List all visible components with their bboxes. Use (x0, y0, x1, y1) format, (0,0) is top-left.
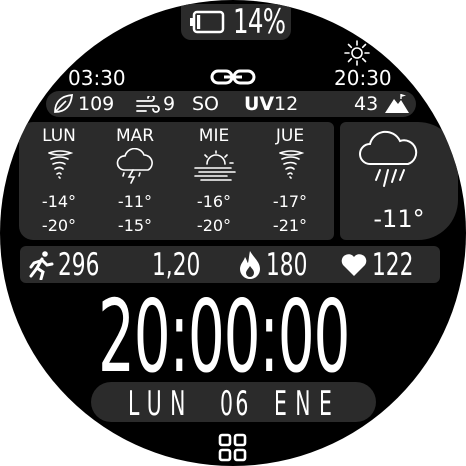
forecast-low: -21° (272, 216, 308, 235)
wind-icon (136, 96, 160, 114)
forecast-day-1: LUN -14° -20° (29, 124, 89, 238)
fog-sun-icon (191, 150, 239, 182)
uv-value: 12 (274, 93, 299, 115)
time-right: 20:30 (334, 66, 392, 90)
wind-value: 9 (163, 93, 176, 115)
forecast-day-label: LUN (42, 126, 76, 146)
forecast-high: -14° (41, 192, 77, 211)
link-icon[interactable] (210, 68, 256, 86)
forecast-low: -15° (117, 216, 153, 235)
uv-label: UV (244, 93, 275, 115)
time-left: 03:30 (68, 66, 126, 90)
forecast-high: -11° (117, 192, 153, 211)
forecast-high: -16° (196, 192, 232, 211)
forecast-day-4: JUE -17° -21° (260, 124, 320, 238)
heart-icon (340, 253, 368, 277)
date-day: 06 (220, 384, 251, 424)
watch-face: 14% 03:30 20:30 109 9 SO UV 12 43 LUN -1… (0, 0, 466, 466)
date-weekday: LUN (128, 384, 194, 424)
date-month: ENE (274, 384, 341, 424)
forecast-low: -20° (196, 216, 232, 235)
forecast-high: -17° (272, 192, 308, 211)
current-temp: -11° (373, 205, 425, 233)
wind-direction: SO (192, 93, 220, 115)
apps-grid-icon[interactable] (218, 433, 248, 463)
leaf-icon (52, 93, 74, 115)
runner-icon (26, 250, 54, 280)
altitude-value: 43 (354, 93, 379, 115)
forecast-day-2: MAR -11° -15° (105, 124, 165, 238)
forecast-day-label: JUE (275, 126, 305, 146)
battery-icon (189, 10, 225, 34)
leaf-value: 109 (78, 93, 115, 115)
steps-value: 296 (58, 247, 100, 283)
heart-rate-value: 122 (372, 247, 414, 283)
fire-icon (238, 250, 262, 280)
forecast-low: -20° (41, 216, 77, 235)
sun-icon (344, 40, 370, 66)
forecast-day-label: MIE (198, 126, 230, 146)
main-clock: 20:00:00 (98, 278, 350, 395)
tornado-icon (46, 149, 74, 179)
rain-cloud-icon (356, 130, 422, 192)
tornado-icon (277, 149, 305, 179)
thunderstorm-icon (115, 148, 157, 184)
mountain-icon (384, 92, 410, 114)
forecast-day-label: MAR (115, 126, 155, 146)
forecast-day-3: MIE -16° -20° (184, 124, 244, 238)
battery-percent: 14% (233, 2, 286, 42)
